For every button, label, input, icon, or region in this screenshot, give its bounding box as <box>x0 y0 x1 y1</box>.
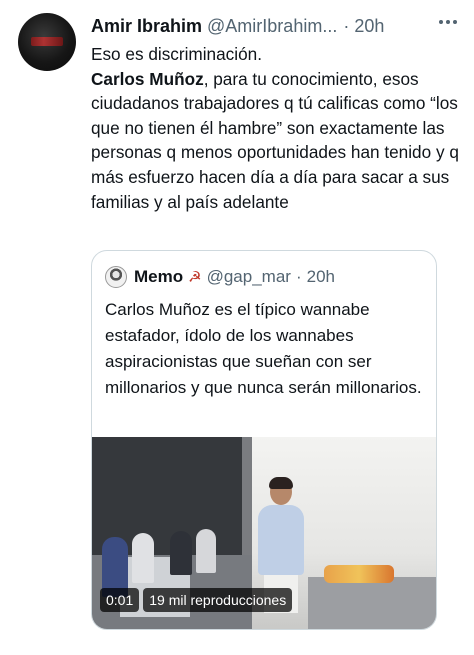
author-name[interactable]: Amir Ibrahim <box>91 16 202 37</box>
hammer-sickle-icon: ☭ <box>188 269 202 286</box>
more-icon[interactable] <box>434 8 462 36</box>
tweet-text-line1: Eso es discriminación. <box>91 44 262 64</box>
video-scene-person <box>196 529 216 573</box>
quoted-author-name: Memo <box>134 267 184 286</box>
video-scene-food <box>324 565 394 583</box>
quoted-separator-dot: · <box>295 267 302 286</box>
separator-dot: · <box>343 15 350 36</box>
mention-link[interactable]: Carlos Muñoz <box>91 69 204 89</box>
tweet-timestamp[interactable]: 20h <box>354 16 384 37</box>
video-view-count: 19 mil reproducciones <box>143 588 293 612</box>
tweet-header: Amir Ibrahim @AmirIbrahim... · 20h <box>91 14 464 38</box>
video-duration: 0:01 <box>100 588 140 612</box>
tweet-text-body: Carlos Muñoz, para tu conocimiento, esos… <box>91 67 463 215</box>
quoted-tweet-header: Memo ☭ @gap_mar · 20h <box>105 265 335 289</box>
author-avatar[interactable] <box>18 13 76 71</box>
video-overlay: 0:01 19 mil reproducciones <box>100 587 296 613</box>
quoted-tweet-text: Carlos Muñoz es el típico wannabe estafa… <box>105 300 422 397</box>
video-scene-person <box>132 533 154 583</box>
video-player[interactable]: 0:01 19 mil reproducciones <box>92 437 436 629</box>
video-scene-counter <box>308 577 436 629</box>
author-handle[interactable]: @AmirIbrahim... <box>207 16 337 37</box>
tweet-text: Eso es discriminación. Carlos Muñoz, par… <box>91 42 463 214</box>
tweet-text-rest: , para tu conocimiento, esos ciudadanos … <box>91 68 459 212</box>
quoted-author-handle: @gap_mar <box>206 267 291 286</box>
quoted-timestamp: 20h <box>306 267 335 286</box>
quoted-tweet-card[interactable]: Memo ☭ @gap_mar · 20h Carlos Muñoz es el… <box>91 250 437 630</box>
avatar-logo <box>31 37 63 46</box>
video-scene-person <box>170 531 192 575</box>
quoted-author-avatar <box>105 266 127 288</box>
